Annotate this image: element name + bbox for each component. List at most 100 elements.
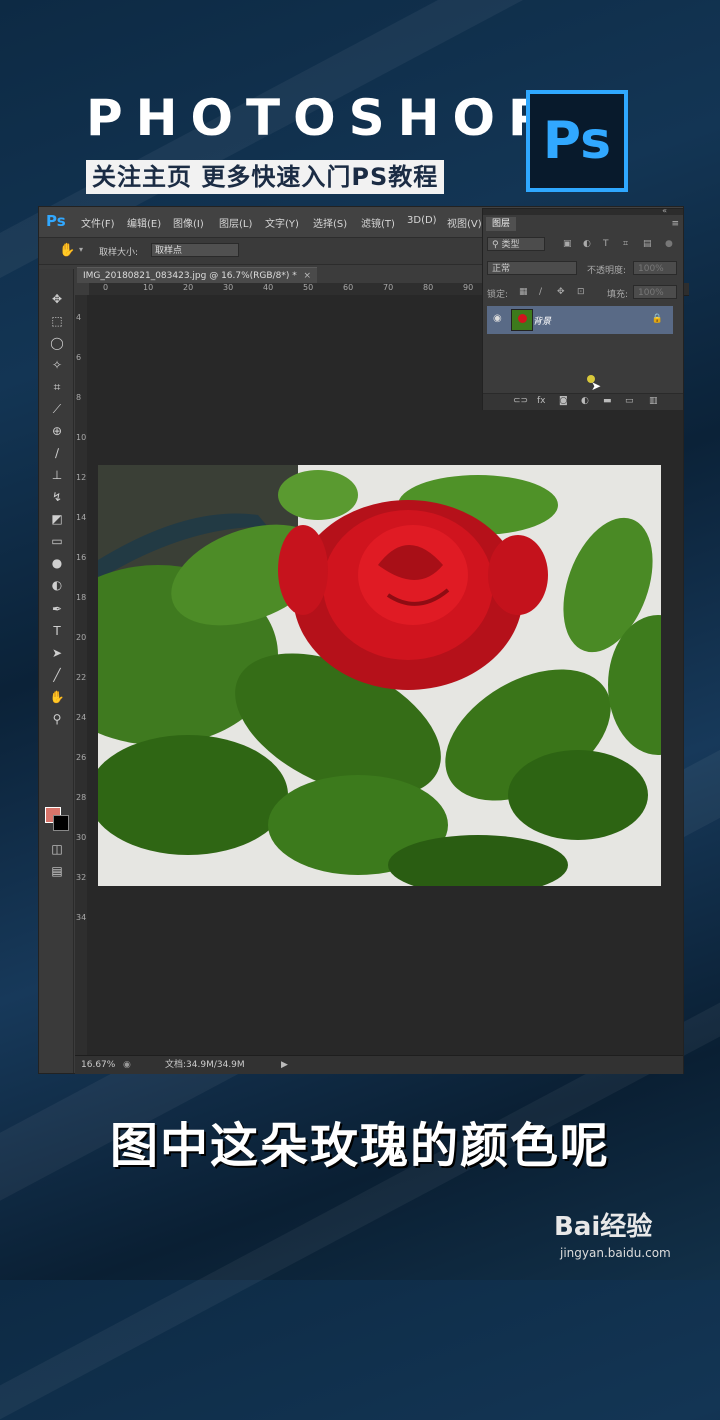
- zoom-level[interactable]: 16.67%: [81, 1056, 115, 1074]
- quick-mask-icon[interactable]: ◫: [48, 841, 66, 857]
- app-logo: Ps: [46, 212, 66, 230]
- layers-panel: « 图层 ≡ ⚲ 类型 ▣ ◐ T ⌗ ▤ ● 正常 不透明度: 100% 锁定…: [482, 206, 684, 410]
- stamp-tool-icon[interactable]: ⊥: [48, 467, 66, 483]
- layer-row-background[interactable]: ◉ 背景 🔒: [487, 306, 673, 334]
- dodge-tool-icon[interactable]: ◐: [48, 577, 66, 593]
- fx-icon[interactable]: fx: [537, 396, 546, 406]
- path-select-icon[interactable]: ➤: [48, 645, 66, 661]
- history-brush-icon[interactable]: ↯: [48, 489, 66, 505]
- menu-layer[interactable]: 图层(L): [219, 215, 252, 230]
- lock-paint-icon[interactable]: ∕: [539, 287, 542, 297]
- folder-icon[interactable]: ▬: [603, 396, 612, 406]
- healing-brush-icon[interactable]: ⊕: [48, 423, 66, 439]
- filter-smart-icon[interactable]: ▤: [643, 239, 652, 249]
- pen-tool-icon[interactable]: ✒: [48, 601, 66, 617]
- lock-label: 锁定:: [487, 290, 509, 300]
- marquee-tool-icon[interactable]: ⬚: [48, 313, 66, 329]
- fill-value: 100%: [638, 288, 664, 298]
- brush-tool-icon[interactable]: ∕: [48, 445, 66, 461]
- link-icon[interactable]: ⊂⊃: [513, 396, 528, 406]
- hand-tool-icon[interactable]: ✋: [48, 689, 66, 705]
- type-tool-icon[interactable]: T: [48, 623, 66, 639]
- hand-icon[interactable]: ✋: [59, 243, 75, 258]
- trash-icon[interactable]: ▥: [649, 396, 658, 406]
- collapse-icon[interactable]: «: [662, 206, 667, 215]
- menu-view[interactable]: 视图(V): [447, 215, 482, 230]
- ruler-label: 8: [76, 393, 82, 402]
- blend-mode-select[interactable]: 正常: [487, 261, 577, 275]
- info-icon[interactable]: ◉: [123, 1056, 131, 1074]
- ruler-label: 50: [303, 283, 314, 292]
- filter-pixel-icon[interactable]: ▣: [563, 239, 572, 249]
- ruler-label: 24: [76, 713, 87, 722]
- menu-file[interactable]: 文件(F): [81, 215, 115, 230]
- panel-menu-icon[interactable]: ≡: [671, 219, 679, 229]
- play-icon[interactable]: ▶: [281, 1056, 288, 1074]
- ruler-label: 34: [76, 913, 87, 922]
- menu-edit[interactable]: 编辑(E): [127, 215, 161, 230]
- status-bar: 16.67% ◉ 文档:34.9M/34.9M ▶: [75, 1055, 683, 1074]
- baidu-watermark-url: jingyan.baidu.com: [560, 1246, 671, 1260]
- lock-position-icon[interactable]: ✥: [557, 287, 565, 297]
- sample-size-select[interactable]: 取样点: [151, 243, 239, 257]
- mask-icon[interactable]: ◙: [559, 396, 568, 406]
- layer-filter-select[interactable]: ⚲ 类型: [487, 237, 545, 251]
- page-title: PHOTOSHOP: [86, 89, 558, 147]
- blur-tool-icon[interactable]: ●: [48, 555, 66, 571]
- filter-type-icon[interactable]: T: [603, 239, 609, 249]
- background-color-swatch[interactable]: [53, 815, 69, 831]
- close-icon[interactable]: ×: [303, 268, 311, 284]
- filter-adjust-icon[interactable]: ◐: [583, 239, 591, 249]
- line-tool-icon[interactable]: ╱: [48, 667, 66, 683]
- opacity-input[interactable]: 100%: [633, 261, 677, 275]
- ruler-label: 20: [76, 633, 87, 642]
- menu-filter[interactable]: 滤镜(T): [361, 215, 395, 230]
- menu-type[interactable]: 文字(Y): [265, 215, 299, 230]
- baidu-watermark: Bai经验: [554, 1212, 653, 1242]
- subtitle-banner: 关注主页 更多快速入门PS教程: [86, 160, 445, 194]
- thumbnail-rose: [518, 314, 527, 323]
- move-tool-icon[interactable]: ✥: [48, 291, 66, 307]
- new-layer-icon[interactable]: ▭: [625, 396, 634, 406]
- adjustment-icon[interactable]: ◐: [581, 396, 589, 406]
- cursor-icon: ➤: [591, 379, 602, 393]
- gradient-tool-icon[interactable]: ▭: [48, 533, 66, 549]
- lock-icon: 🔒: [651, 314, 663, 324]
- ruler-label: 80: [423, 283, 434, 292]
- ruler-label: 28: [76, 793, 87, 802]
- layer-name: 背景: [533, 317, 552, 327]
- chevron-down-icon[interactable]: ▾: [79, 245, 83, 254]
- ruler-label: 6: [76, 353, 82, 362]
- filter-toggle-icon[interactable]: ●: [665, 239, 673, 249]
- search-icon: ⚲: [492, 240, 499, 250]
- menu-select[interactable]: 选择(S): [313, 215, 347, 230]
- tab-layers[interactable]: 图层: [486, 217, 516, 231]
- rose-image: [98, 465, 661, 886]
- ruler-label: 12: [76, 473, 87, 482]
- zoom-tool-icon[interactable]: ⚲: [48, 711, 66, 727]
- eyedropper-icon[interactable]: ⟋: [48, 401, 66, 417]
- ruler-label: 0: [103, 283, 109, 292]
- rose-photo: [98, 465, 661, 886]
- eye-icon[interactable]: ◉: [493, 313, 502, 324]
- eraser-tool-icon[interactable]: ◩: [48, 511, 66, 527]
- magic-wand-icon[interactable]: ✧: [48, 357, 66, 373]
- lasso-tool-icon[interactable]: ◯: [48, 335, 66, 351]
- fill-input[interactable]: 100%: [633, 285, 677, 299]
- menu-3d[interactable]: 3D(D): [407, 215, 437, 226]
- menu-image[interactable]: 图像(I): [173, 215, 204, 230]
- screen-mode-icon[interactable]: ▤: [48, 863, 66, 879]
- crop-tool-icon[interactable]: ⌗: [48, 379, 66, 395]
- ruler-label: 90: [463, 283, 474, 292]
- ruler-label: 14: [76, 513, 87, 522]
- sample-size-value: 取样点: [155, 246, 183, 256]
- caption-text: 图中这朵玫瑰的颜色呢: [109, 1118, 610, 1174]
- document-tab[interactable]: IMG_20180821_083423.jpg @ 16.7%(RGB/8*) …: [77, 267, 317, 283]
- lock-pixels-icon[interactable]: ▦: [519, 287, 528, 297]
- lock-all-icon[interactable]: ⊡: [577, 287, 585, 297]
- opacity-value: 100%: [638, 264, 664, 274]
- filter-shape-icon[interactable]: ⌗: [623, 239, 628, 249]
- layers-footer: ⊂⊃ fx ◙ ◐ ▬ ▭ ▥: [483, 393, 683, 410]
- ruler-label: 30: [223, 283, 234, 292]
- ruler-label: 16: [76, 553, 87, 562]
